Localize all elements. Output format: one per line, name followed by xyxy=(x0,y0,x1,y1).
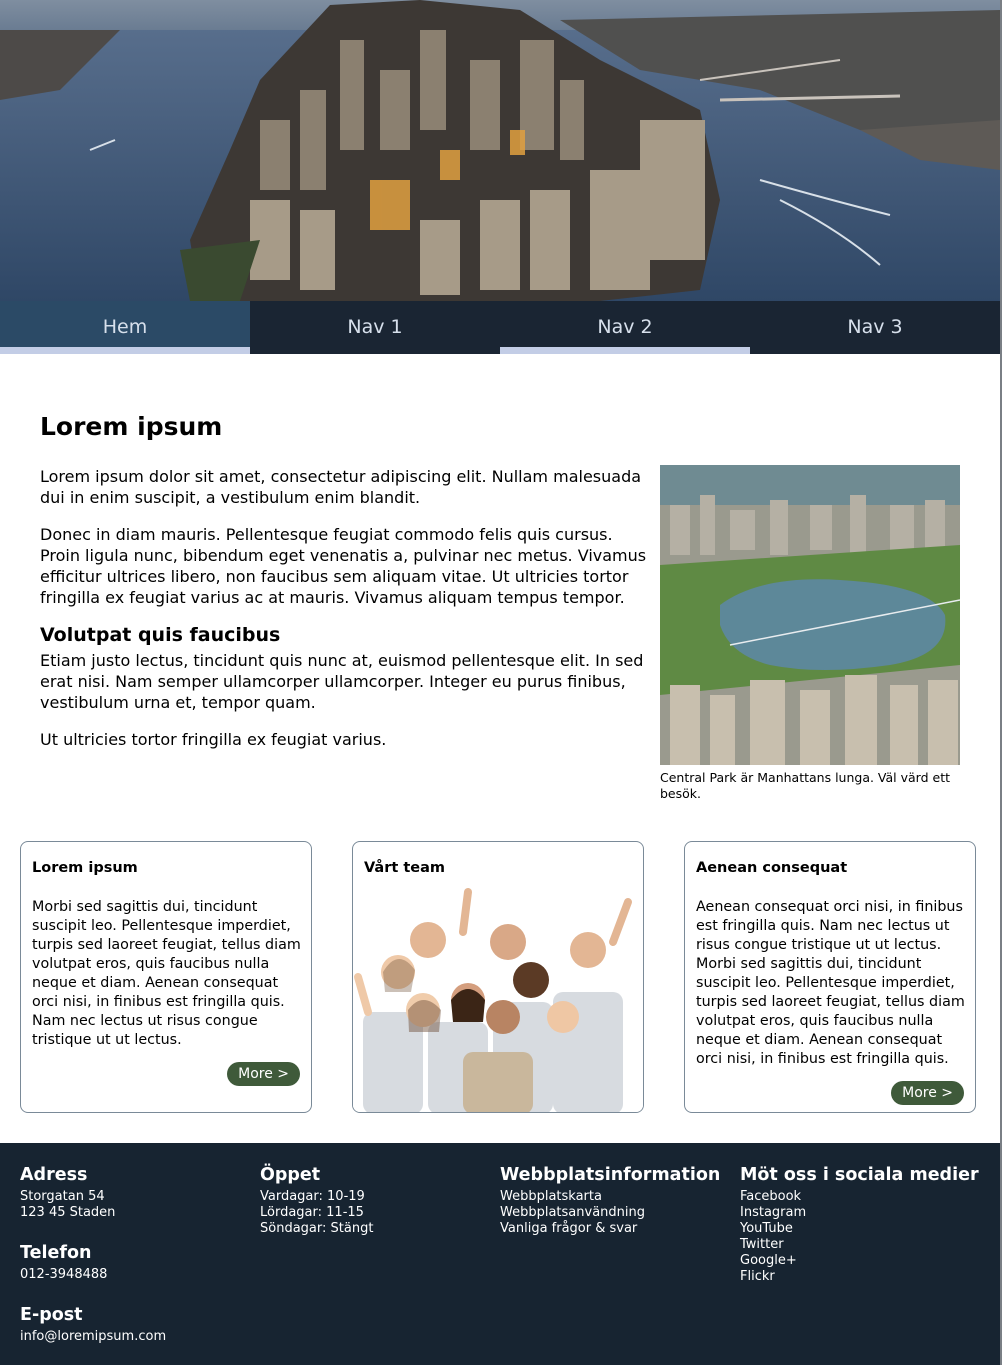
hours-line: Söndagar: Stängt xyxy=(260,1221,374,1236)
hours-line: Vardagar: 10-19 xyxy=(260,1189,365,1204)
nav-item-nav2[interactable]: Nav 2 xyxy=(500,301,750,354)
intro-paragraph: Lorem ipsum dolor sit amet, consectetur … xyxy=(40,467,642,507)
footer-social-column: Möt oss i sociala medier Facebook Instag… xyxy=(740,1165,980,1285)
hours-line: Lördagar: 11-15 xyxy=(260,1205,364,1220)
team-photo xyxy=(353,882,643,1112)
more-button[interactable]: More > xyxy=(227,1062,300,1086)
featured-figure: Central Park är Manhattans lunga. Väl vä… xyxy=(660,465,960,802)
nav-item-nav1[interactable]: Nav 1 xyxy=(250,301,500,354)
footer-link-flickr[interactable]: Flickr xyxy=(740,1269,980,1285)
card-body: Morbi sed sagittis dui, tincidunt suscip… xyxy=(32,899,301,1048)
nav-item-label: Nav 3 xyxy=(847,315,903,338)
footer-link-youtube[interactable]: YouTube xyxy=(740,1221,980,1237)
nav-item-label: Nav 2 xyxy=(597,315,653,338)
footer-heading: Adress xyxy=(20,1165,88,1185)
footer-link-twitter[interactable]: Twitter xyxy=(740,1237,980,1253)
footer-heading: E-post xyxy=(20,1305,83,1325)
card-aenean-consequat: Aenean consequat Aenean consequat orci n… xyxy=(684,841,976,1113)
card-title: Vårt team xyxy=(364,860,446,876)
footer-link-faq[interactable]: Vanliga frågor & svar xyxy=(500,1221,740,1237)
address-line: 123 45 Staden xyxy=(20,1205,116,1220)
card-team: Vårt team xyxy=(352,841,644,1113)
nav-item-label: Hem xyxy=(102,315,148,338)
footer-heading: Öppet xyxy=(260,1165,321,1185)
footer-link-instagram[interactable]: Instagram xyxy=(740,1205,980,1221)
body-paragraph: Donec in diam mauris. Pellentesque feugi… xyxy=(40,525,647,607)
card-title: Aenean consequat xyxy=(696,860,848,876)
main-content: Lorem ipsum Lorem ipsum dolor sit amet, … xyxy=(40,412,650,766)
nav-item-label: Nav 1 xyxy=(347,315,403,338)
footer-link-facebook[interactable]: Facebook xyxy=(740,1189,980,1205)
footer-heading: Webbplatsinformation xyxy=(500,1165,721,1185)
central-park-graphic xyxy=(660,465,960,765)
footer-siteinfo-column: Webbplatsinformation Webbplatskarta Webb… xyxy=(500,1165,740,1237)
nav-item-nav3[interactable]: Nav 3 xyxy=(750,301,1000,354)
figure-caption: Central Park är Manhattans lunga. Väl vä… xyxy=(660,770,950,801)
body-paragraph: Etiam justo lectus, tincidunt quis nunc … xyxy=(40,651,644,712)
phone-number: 012-3948488 xyxy=(20,1267,108,1282)
hero-cityscape-graphic xyxy=(0,0,1000,301)
email-address: info@loremipsum.com xyxy=(20,1329,167,1344)
footer-link-sitemap[interactable]: Webbplatskarta xyxy=(500,1189,740,1205)
footer-hours-column: Öppet Vardagar: 10-19 Lördagar: 11-15 Sö… xyxy=(260,1165,500,1237)
footer-contact-column: Adress Storgatan 54 123 45 Staden Telefo… xyxy=(20,1165,260,1365)
footer-heading: Telefon xyxy=(20,1243,92,1263)
team-people-graphic xyxy=(353,882,643,1112)
footer: Adress Storgatan 54 123 45 Staden Telefo… xyxy=(0,1143,1000,1365)
more-button[interactable]: More > xyxy=(891,1081,964,1105)
card-lorem-ipsum: Lorem ipsum Morbi sed sagittis dui, tinc… xyxy=(20,841,312,1113)
page-title: Lorem ipsum xyxy=(40,412,223,441)
nav-item-hem[interactable]: Hem xyxy=(0,301,250,354)
address-line: Storgatan 54 xyxy=(20,1189,105,1204)
main-nav: Hem Nav 1 Nav 2 Nav 3 xyxy=(0,301,1000,354)
hero-image xyxy=(0,0,1000,301)
card-body: Aenean consequat orci nisi, in finibus e… xyxy=(696,899,965,1067)
central-park-image xyxy=(660,465,960,765)
footer-link-googleplus[interactable]: Google+ xyxy=(740,1253,980,1269)
footer-link-site-usage[interactable]: Webbplatsanvändning xyxy=(500,1205,740,1221)
body-paragraph: Ut ultricies tortor fringilla ex feugiat… xyxy=(40,730,387,749)
card-title: Lorem ipsum xyxy=(32,860,138,876)
footer-heading: Möt oss i sociala medier xyxy=(740,1165,979,1185)
section-subtitle: Volutpat quis faucibus xyxy=(40,624,281,646)
